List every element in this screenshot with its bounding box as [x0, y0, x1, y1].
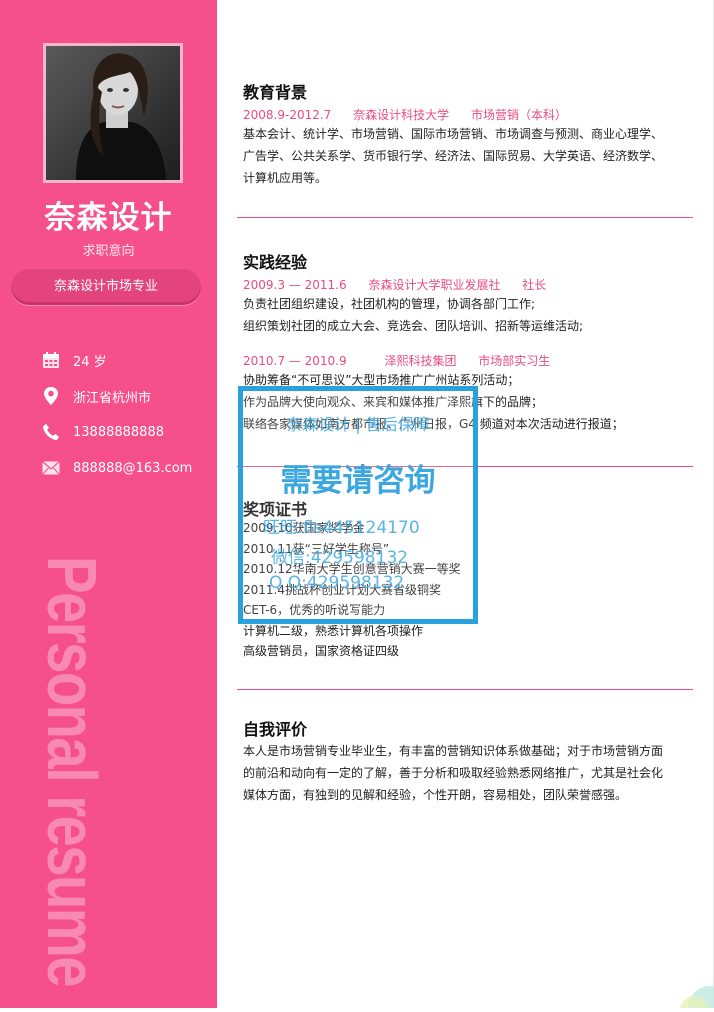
education-meta: 2008.9-2012.7 奈森设计科技大学 市场营销（本科） — [243, 106, 585, 123]
location-text: 浙江省杭州市 — [73, 390, 152, 406]
job1-meta: 2009.3 — 2011.6 奈森设计大学职业发展社 社长 — [243, 276, 564, 293]
text-line: 作为品牌大使向观众、来宾和媒体推广泽熙旗下的品牌； — [243, 395, 544, 409]
text-line: 的前沿和动向有一定的了解，善于分析和吸取经验熟悉网络推广，尤其是社会化 — [243, 766, 664, 780]
text-line: 基本会计、统计学、市场营销、国际市场营销、市场调查与预测、商业心理学、 — [243, 127, 664, 141]
education-major: 市场营销（本科） — [470, 108, 567, 122]
job2-role: 市场部实习生 — [478, 354, 551, 368]
phone-text: 13888888888 — [73, 424, 164, 440]
profile-photo — [43, 43, 183, 183]
text-line: 联络各家媒体如南方都市报、广州日报，G4 频道对本次活动进行报道； — [243, 417, 624, 431]
location-pin-icon — [40, 385, 62, 407]
job1-period: 2009.3 — 2011.6 — [243, 278, 347, 292]
awards-list: 2009.10获国家奖学金 2010.11获“三好学生称号” 2010.12华南… — [243, 518, 688, 662]
job-intent-label: 求职意向 — [82, 244, 135, 259]
corner-decoration — [674, 968, 714, 1012]
text-line: 2011.4挑战杯创业计划大赛省级铜奖 — [243, 582, 441, 597]
main-content: 教育背景 2008.9-2012.7 奈森设计科技大学 市场营销（本科） 基本会… — [217, 0, 714, 1008]
text-line: 计算机应用等。 — [243, 171, 328, 185]
education-school: 奈森设计科技大学 — [353, 108, 450, 122]
sidebar: 奈森设计 求职意向 奈森设计市场专业 24 岁 浙江省杭州市 138888888… — [0, 0, 217, 1008]
section-divider — [237, 689, 693, 690]
job2-org: 泽熙科技集团 — [384, 354, 457, 368]
text-line: 高级营销员，国家资格证四级 — [243, 644, 400, 658]
section-divider — [237, 466, 693, 467]
job2-period: 2010.7 — 2010.9 — [243, 354, 347, 368]
text-line: 2009.10获国家奖学金 — [243, 521, 365, 535]
job1-org: 奈森设计大学职业发展社 — [368, 278, 501, 292]
email-text: 888888@163.com — [73, 460, 193, 476]
info-phone: 13888888888 — [40, 421, 164, 443]
info-location: 浙江省杭州市 — [40, 385, 151, 407]
info-email: 888888@163.com — [40, 457, 192, 479]
text-line: 广告学、公共关系学、货币银行学、经济法、国际贸易、大学英语、经济数学、 — [243, 149, 664, 163]
portrait-image — [46, 46, 180, 180]
job-intent-badge: 奈森设计市场专业 — [11, 269, 201, 305]
text-line: 本人是市场营销专业毕业生，有丰富的营销知识体系做基础；对于市场营销方面 — [243, 744, 664, 758]
job1-role: 社长 — [522, 278, 547, 292]
education-courses: 基本会计、统计学、市场营销、国际市场营销、市场调查与预测、商业心理学、 广告学、… — [243, 123, 688, 189]
phone-icon — [40, 421, 62, 443]
text-line: 负责社团组织建设，社团机构的管理，协调各部门工作; — [243, 297, 536, 311]
text-line: 2010.11获“三好学生称号” — [243, 541, 390, 556]
self-eval-text: 本人是市场营销专业毕业生，有丰富的营销知识体系做基础；对于市场营销方面 的前沿和… — [243, 740, 688, 806]
practice-title: 实践经验 — [243, 253, 308, 272]
text-line: 协助筹备“不可思议”大型市场推广广州站系列活动； — [243, 373, 520, 387]
age-text: 24 岁 — [73, 354, 107, 370]
text-line: 2010.12华南大学生创意营销大赛一等奖 — [243, 562, 461, 576]
job2-meta: 2010.7 — 2010.9 泽熙科技集团 市场部实习生 — [243, 352, 568, 369]
watermark-text: Personal resume — [33, 556, 111, 986]
info-age: 24 岁 — [40, 349, 107, 371]
calendar-icon — [40, 349, 62, 371]
text-line: 媒体方面，有独到的见解和经验，个性开朗，容易相处，团队荣誉感强。 — [243, 788, 628, 802]
job1-duties: 负责社团组织建设，社团机构的管理，协调各部门工作; 组织策划社团的成立大会、竞选… — [243, 293, 688, 337]
text-line: 组织策划社团的成立大会、竞选会、团队培训、招新等运维活动; — [243, 319, 584, 333]
education-period: 2008.9-2012.7 — [243, 108, 332, 122]
personal-resume-watermark: Personal resume — [28, 556, 198, 996]
job2-duties: 协助筹备“不可思议”大型市场推广广州站系列活动； 作为品牌大使向观众、来宾和媒体… — [243, 369, 688, 435]
candidate-name: 奈森设计 — [44, 200, 173, 236]
section-divider — [237, 217, 693, 218]
self-eval-title: 自我评价 — [243, 720, 308, 739]
mail-icon — [40, 457, 62, 479]
awards-title: 奖项证书 — [243, 500, 308, 519]
text-line: 计算机二级，熟悉计算机各项操作 — [243, 623, 424, 638]
text-line: CET-6，优秀的听说写能力 — [243, 603, 386, 617]
education-title: 教育背景 — [243, 83, 308, 102]
